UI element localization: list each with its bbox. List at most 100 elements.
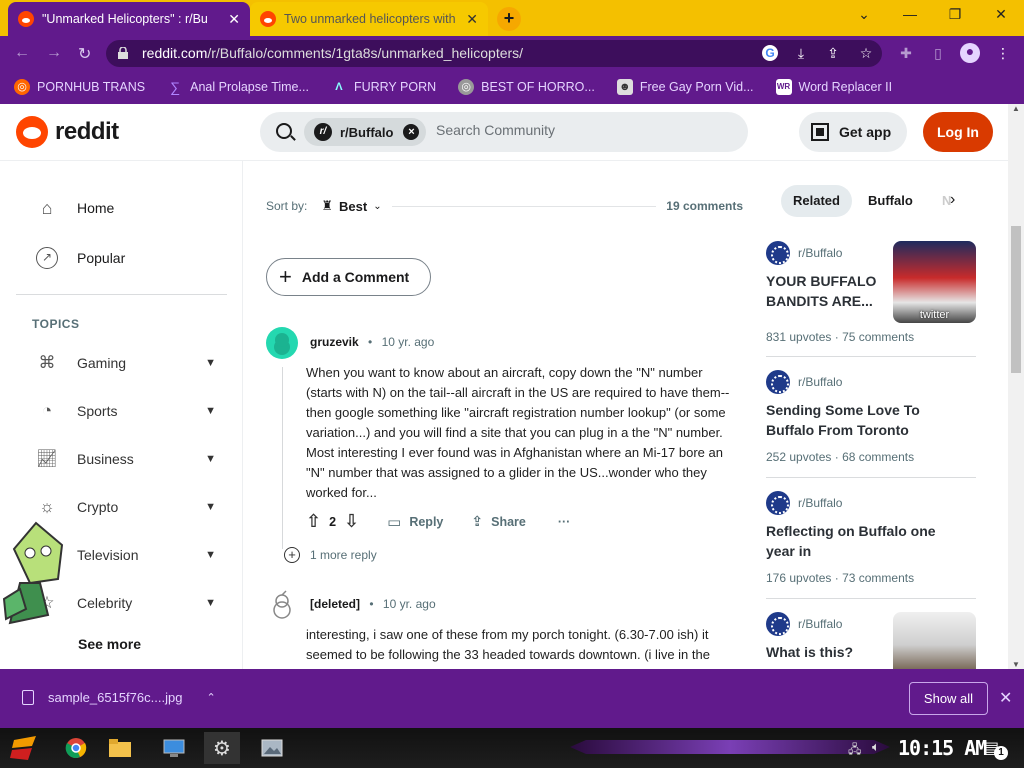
avatar[interactable]	[266, 589, 298, 621]
settings-taskbar-icon[interactable]: ⚙	[204, 732, 240, 764]
share-label: Share	[491, 514, 526, 529]
comments-column: Sort by: ♜ Best ⌄ 19 comments + Add a Co…	[243, 161, 763, 669]
tab-related[interactable]: Related	[781, 185, 852, 217]
nav-home[interactable]: ⌂ Home	[36, 197, 115, 219]
taskbar: ⚙ 🖧︎ 🔈︎ 10:15 AM ▤ 1	[0, 728, 1024, 768]
avatar[interactable]	[266, 327, 298, 359]
remove-filter-icon[interactable]: ×	[403, 124, 420, 140]
action-center-icon[interactable]: ▤ 1	[984, 738, 1008, 760]
tab-n[interactable]: N	[930, 185, 952, 217]
chevron-right-icon[interactable]: ›	[950, 191, 955, 209]
add-comment-button[interactable]: + Add a Comment	[266, 258, 431, 296]
reddit-logo[interactable]: reddit	[16, 116, 119, 148]
divider	[766, 598, 976, 599]
topic-label: Crypto	[77, 499, 119, 515]
restore-button[interactable]: ❐	[935, 6, 975, 28]
reload-icon[interactable]: ↻	[78, 44, 91, 64]
side-panel-icon[interactable]: ▯	[930, 45, 946, 61]
new-tab-button[interactable]: +	[497, 7, 521, 31]
community-filter-chip[interactable]: r/ r/Buffalo ×	[304, 118, 426, 146]
see-more-button[interactable]: See more	[78, 636, 141, 652]
related-post[interactable]: r/Buffalo Reflecting on Buffalo one year…	[766, 491, 976, 591]
bookmark-item[interactable]: Λ FURRY PORN	[331, 79, 436, 95]
ball-icon: ◔	[41, 401, 53, 420]
related-post[interactable]: r/Buffalo YOUR BUFFALO BANDITS ARE... tw…	[766, 241, 976, 349]
file-explorer-taskbar-icon[interactable]	[102, 732, 138, 764]
bookmark-item[interactable]: ∑ Anal Prolapse Time...	[167, 79, 309, 95]
bookmark-item[interactable]: ◎ PORNHUB TRANS	[14, 79, 145, 95]
topic-crypto[interactable]: ☼ Crypto ▼	[36, 496, 216, 518]
bookmark-item[interactable]: ☻ Free Gay Porn Vid...	[616, 79, 754, 95]
show-all-button[interactable]: Show all	[909, 682, 988, 715]
topic-sports[interactable]: ◔ Sports ▼	[36, 400, 216, 422]
scroll-down-arrow-icon[interactable]: ▼	[1012, 660, 1020, 669]
scroll-up-arrow-icon[interactable]: ▲	[1012, 104, 1020, 113]
start-button[interactable]	[6, 732, 44, 764]
image-viewer-taskbar-icon[interactable]	[254, 732, 290, 764]
close-tab-icon[interactable]: ✕	[228, 11, 240, 28]
upvote-button[interactable]: ⇧	[306, 511, 321, 532]
topic-business[interactable]: 📈︎ Business ▼	[36, 448, 216, 470]
bookmark-item[interactable]: WR Word Replacer II	[775, 79, 892, 95]
related-post[interactable]: r/Buffalo What is this?	[766, 612, 976, 669]
profile-avatar-icon[interactable]: ●	[960, 43, 980, 63]
sort-dropdown[interactable]: ♜ Best ⌄	[321, 198, 381, 214]
topic-label: Television	[77, 547, 139, 563]
a-logo-icon: Λ	[335, 81, 343, 93]
bookmark-label: PORNHUB TRANS	[37, 80, 146, 94]
bookmark-star-icon[interactable]: ☆	[858, 45, 874, 61]
reddit-header: reddit r/ r/Buffalo × Get app Log In	[0, 104, 1024, 161]
post-title: What is this?	[766, 644, 854, 660]
extensions-icon[interactable]: ✚	[898, 45, 914, 61]
comment-age: 10 yr. ago	[382, 597, 436, 611]
tab-two-unmarked-helicopters[interactable]: Two unmarked helicopters with ✕	[250, 2, 488, 36]
comment-header: [deleted] • 10 yr. ago	[310, 597, 436, 611]
back-arrow-icon[interactable]: ←	[14, 44, 30, 62]
globe-icon: ◎	[458, 79, 475, 95]
page-scrollbar[interactable]: ▲ ▼	[1008, 104, 1024, 669]
volume-icon[interactable]: 🔈︎	[872, 739, 880, 755]
thread-line[interactable]	[282, 367, 283, 549]
tab-title: "Unmarked Helicopters" : r/Bu	[42, 12, 208, 26]
sort-value: Best	[339, 198, 368, 214]
forward-arrow-icon[interactable]: →	[46, 44, 62, 62]
comment-body: When you want to know about an aircraft,…	[306, 365, 730, 500]
search-input[interactable]	[436, 122, 716, 138]
nav-popular[interactable]: ↗ Popular	[36, 247, 125, 269]
related-post[interactable]: r/Buffalo Sending Some Love To Buffalo F…	[766, 370, 976, 470]
share-button[interactable]: ⇪ Share	[471, 513, 525, 530]
topic-gaming[interactable]: ⌘ Gaming ▼	[36, 352, 217, 374]
bookmark-item[interactable]: ◎ BEST OF HORRO...	[458, 79, 595, 95]
taskbar-clock[interactable]: 10:15 AM	[898, 736, 987, 760]
network-icon[interactable]: 🖧︎	[848, 740, 861, 761]
google-icon[interactable]: G	[762, 45, 778, 61]
app-taskbar-icon[interactable]	[156, 732, 192, 764]
chrome-taskbar-icon[interactable]	[58, 732, 94, 764]
login-button[interactable]: Log In	[923, 112, 993, 152]
reply-button[interactable]: ▭ Reply	[387, 513, 443, 531]
close-tab-icon[interactable]: ✕	[466, 11, 478, 28]
tab-unmarked-helicopters[interactable]: "Unmarked Helicopters" : r/Bu ✕	[8, 2, 250, 36]
download-icon[interactable]: ⤓	[793, 45, 809, 61]
tab-buffalo[interactable]: Buffalo	[856, 185, 925, 217]
close-download-bar-icon[interactable]: ✕	[999, 688, 1012, 708]
more-replies-button[interactable]: + 1 more reply	[284, 547, 377, 563]
close-window-button[interactable]: ✕	[981, 6, 1021, 28]
comment-author[interactable]: gruzevik	[310, 335, 359, 349]
share-icon[interactable]: ⇪	[825, 45, 841, 61]
download-item[interactable]: sample_6515f76c....jpg ⌃	[22, 690, 216, 705]
lock-icon	[118, 47, 128, 59]
get-app-button[interactable]: Get app	[799, 112, 907, 152]
chevron-up-icon[interactable]: ⌃	[206, 691, 215, 704]
minimize-button[interactable]: —	[890, 6, 930, 28]
crypto-icon: ☼	[39, 497, 55, 516]
chrome-menu-icon[interactable]: ⋮	[995, 45, 1011, 61]
search-bar[interactable]: r/ r/Buffalo ×	[260, 112, 748, 152]
bookmark-icon: ∑	[170, 79, 181, 95]
comment-count: 19 comments	[666, 199, 743, 213]
downvote-button[interactable]: ⇩	[344, 511, 359, 532]
chart-icon: 📈︎	[36, 449, 58, 468]
more-options-button[interactable]: ···	[558, 515, 571, 529]
scrollbar-thumb[interactable]	[1011, 226, 1021, 373]
tab-search-icon[interactable]: ⌄	[844, 6, 884, 28]
